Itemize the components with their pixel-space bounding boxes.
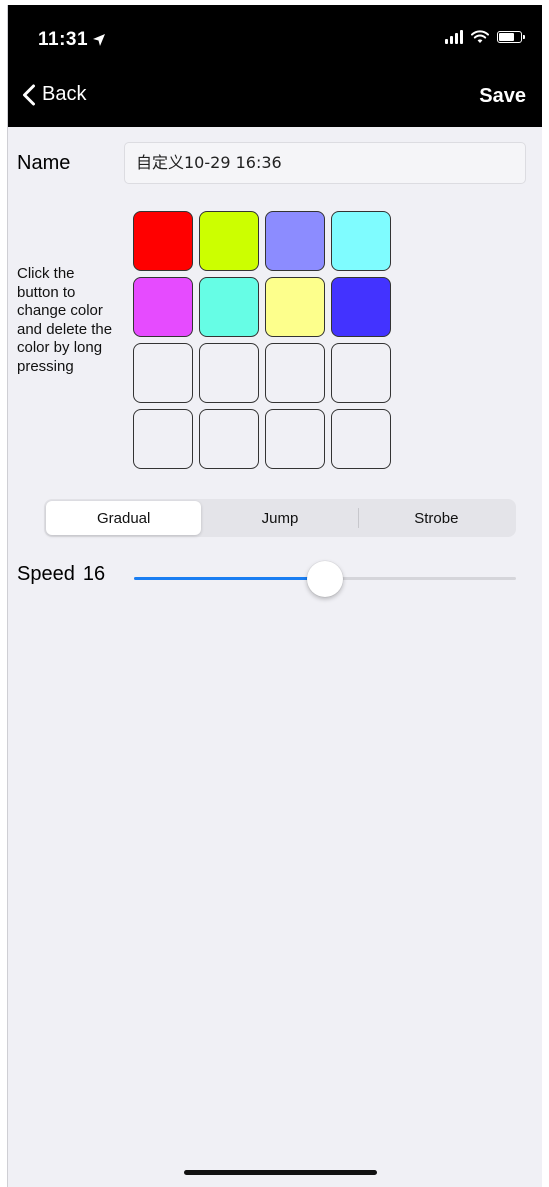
status-indicators	[445, 30, 525, 44]
speed-slider[interactable]	[134, 558, 516, 598]
color-hint-text: Click the button to change color and del…	[17, 265, 113, 375]
app-screen: 11:31 Back Save Name 自定义10-29 16:36 Clic…	[7, 5, 542, 1187]
empty-color-slot[interactable]	[265, 409, 325, 469]
mode-segmented-control: Gradual Jump Strobe	[44, 499, 516, 537]
empty-color-slot[interactable]	[133, 343, 193, 403]
chevron-left-icon	[23, 84, 35, 105]
empty-color-slot[interactable]	[331, 343, 391, 403]
wifi-icon	[471, 30, 489, 43]
save-button[interactable]: Save	[479, 85, 526, 108]
color-swatch[interactable]	[133, 211, 193, 271]
location-arrow-icon	[93, 34, 106, 46]
color-swatch[interactable]	[331, 211, 391, 271]
battery-level	[499, 33, 514, 41]
color-swatch-grid	[133, 211, 391, 469]
battery-icon	[497, 31, 525, 43]
empty-color-slot[interactable]	[133, 409, 193, 469]
mode-option-gradual[interactable]: Gradual	[46, 501, 202, 535]
mode-option-jump[interactable]: Jump	[202, 501, 357, 535]
empty-color-slot[interactable]	[265, 343, 325, 403]
speed-label: Speed 16	[17, 563, 105, 586]
color-swatch[interactable]	[133, 277, 193, 337]
name-field[interactable]: 自定义10-29 16:36	[124, 142, 526, 184]
home-indicator	[184, 1170, 377, 1175]
empty-color-slot[interactable]	[199, 343, 259, 403]
status-time: 11:31	[38, 29, 106, 51]
status-time-text: 11:31	[38, 29, 89, 50]
mode-option-strobe[interactable]: Strobe	[359, 501, 514, 535]
top-bar: 11:31 Back Save	[8, 5, 542, 127]
back-button[interactable]: Back	[22, 83, 86, 106]
color-swatch[interactable]	[199, 277, 259, 337]
color-swatch[interactable]	[265, 277, 325, 337]
empty-color-slot[interactable]	[199, 409, 259, 469]
slider-thumb[interactable]	[307, 561, 343, 597]
name-label: Name	[17, 152, 71, 174]
slider-fill	[134, 577, 325, 580]
speed-label-text: Speed	[17, 563, 75, 585]
color-swatch[interactable]	[199, 211, 259, 271]
color-swatch[interactable]	[265, 211, 325, 271]
cellular-signal-icon	[445, 30, 463, 44]
speed-value: 16	[82, 563, 106, 585]
color-swatch[interactable]	[331, 277, 391, 337]
back-label: Back	[42, 83, 87, 105]
empty-color-slot[interactable]	[331, 409, 391, 469]
